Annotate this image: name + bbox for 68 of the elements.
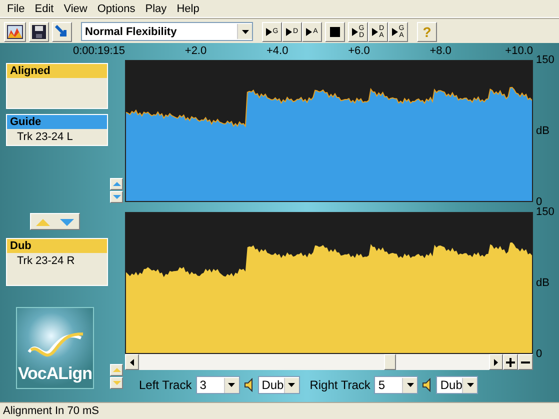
caret-icon	[228, 383, 236, 387]
scale-label: dB	[536, 125, 550, 137]
status-bar: Alignment In 70 mS	[0, 402, 559, 419]
logo: VocALign	[16, 307, 94, 389]
chart-icon[interactable]	[4, 22, 26, 42]
play-icon	[392, 28, 398, 36]
down-button[interactable]	[110, 377, 123, 389]
menu-item[interactable]: Edit	[30, 2, 59, 14]
time-label: 0:00:19:15	[73, 45, 125, 57]
down-button[interactable]	[110, 191, 123, 203]
down-arrow-icon	[112, 381, 120, 385]
speaker-icon[interactable]	[244, 378, 254, 392]
track-header: Guide	[7, 115, 107, 129]
preset-dropdown[interactable]: Normal Flexibility	[81, 22, 253, 41]
scale-label: 0	[536, 348, 544, 360]
scale-label: dB	[536, 277, 550, 289]
up-arrow-icon	[112, 182, 120, 186]
up-button[interactable]	[110, 178, 123, 190]
time-label: +2.0	[184, 45, 207, 57]
stop-icon	[330, 26, 340, 36]
down-arrow-icon	[112, 195, 120, 199]
caret-icon	[288, 383, 296, 387]
scale-label: 150	[536, 54, 556, 66]
track-header: Aligned	[7, 64, 107, 78]
mode-dropdown[interactable]: Dub	[436, 376, 478, 394]
time-label: +4.0	[266, 45, 288, 57]
play-icon	[306, 28, 312, 36]
menu-item[interactable]: File	[2, 2, 30, 14]
mode-dropdown[interactable]: Dub	[258, 376, 300, 394]
caret-icon	[466, 383, 474, 387]
track-label: Right Track	[310, 378, 370, 392]
track-dropdown[interactable]: 3	[196, 376, 240, 394]
up-down-arrows-icon	[34, 216, 76, 226]
save-icon[interactable]	[29, 22, 49, 42]
track-dropdown[interactable]: 5	[374, 376, 418, 394]
track-box[interactable]: Guide Trk 23-24 L	[6, 114, 108, 146]
menu-item[interactable]: View	[58, 2, 92, 14]
time-label: +8.0	[430, 45, 452, 57]
stop-button[interactable]	[325, 22, 345, 42]
track-box[interactable]: Aligned	[6, 63, 108, 109]
zoom-out-icon[interactable]	[518, 354, 533, 370]
play-icon	[286, 28, 292, 36]
zoom-in-icon[interactable]	[503, 354, 518, 370]
play-icon	[372, 28, 378, 36]
up-arrow-icon	[112, 368, 120, 372]
time-label: +6.0	[348, 45, 370, 57]
scale-label: 0	[536, 196, 542, 208]
track-box[interactable]: Dub Trk 23-24 R	[6, 238, 108, 286]
play-icon	[352, 28, 358, 36]
left-arrow-icon[interactable]	[130, 358, 134, 366]
track-header: Dub	[7, 239, 107, 253]
scale-label: 150	[536, 206, 556, 218]
track-item[interactable]: Trk 23-24 R	[7, 253, 107, 269]
scroll-thumb[interactable]	[384, 354, 396, 370]
track-label: Left Track	[139, 378, 192, 392]
swap-button[interactable]	[30, 213, 80, 230]
menu-item[interactable]: Play	[140, 2, 172, 14]
track-item[interactable]: Trk 23-24 L	[7, 129, 107, 145]
menu-item[interactable]: Help	[172, 2, 204, 14]
right-arrow-icon[interactable]	[494, 358, 498, 366]
play-icon	[266, 28, 272, 36]
up-button[interactable]	[110, 364, 123, 376]
caret-icon	[406, 383, 414, 387]
caret-icon	[242, 30, 248, 34]
speaker-icon[interactable]	[422, 378, 432, 392]
scrollbar[interactable]	[125, 354, 503, 370]
time-label: +10.0	[505, 45, 533, 57]
menu-item[interactable]: Options	[92, 2, 140, 14]
